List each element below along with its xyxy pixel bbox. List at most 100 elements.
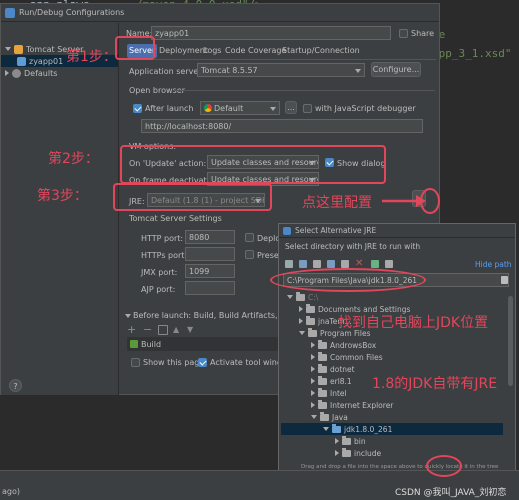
collapse-arrow-icon[interactable] [311, 390, 315, 396]
jre-dialog-subtitle: Select directory with JRE to run with [285, 242, 421, 251]
chrome-icon [204, 104, 212, 112]
click-here-label: 点这里配置 [302, 195, 372, 211]
jre-tree-item[interactable]: AndrowsBox [281, 339, 503, 351]
url-field[interactable]: http://localhost:8080/ [141, 119, 423, 133]
build-task-label[interactable]: Build [141, 340, 161, 349]
folder-icon [320, 411, 329, 421]
browser-more-button[interactable]: ... [285, 101, 297, 114]
jre-tree-item-label: jdk1.8.0_261 [344, 424, 393, 434]
before-launch-expand-icon[interactable] [125, 314, 131, 318]
tab-startup-connection[interactable]: Startup/Connection [280, 44, 362, 58]
new-folder-icon[interactable] [341, 260, 349, 268]
deploy-label: Deplo [257, 234, 281, 243]
browser-combo[interactable]: Default [200, 101, 280, 115]
ajp-port-label: AJP port: [141, 285, 176, 294]
edit-task-icon[interactable] [158, 325, 168, 335]
configure-button[interactable]: Configure... [371, 62, 421, 77]
expand-arrow-icon[interactable] [287, 295, 293, 299]
show-hidden-icon[interactable] [385, 260, 393, 268]
jre-tree-item[interactable]: Common Files [281, 351, 503, 363]
status-text: ago) [2, 487, 20, 496]
jre-tree-item-label: Internet Explorer [330, 400, 394, 410]
jre-tree-item-label: AndrowsBox [330, 340, 377, 350]
tab-logs[interactable]: Logs [201, 44, 223, 58]
module-icon[interactable] [327, 260, 335, 268]
collapse-arrow-icon[interactable] [311, 354, 315, 360]
move-up-task-icon[interactable]: ▲ [173, 325, 179, 334]
intellij-icon [5, 7, 15, 18]
folder-icon [318, 339, 327, 349]
collapse-arrow-icon[interactable] [311, 378, 315, 384]
jre-tree-scrollbar[interactable] [508, 296, 513, 386]
jmx-port-label: JMX port: [141, 268, 178, 277]
tree-item-defaults[interactable]: Defaults [5, 67, 57, 79]
folder-icon [308, 327, 317, 337]
jre-tree-item[interactable]: include [281, 447, 503, 459]
tree-root-row[interactable]: C:\ [281, 291, 503, 303]
ajp-port-field[interactable] [185, 281, 235, 295]
jre-dialog-titlebar: Select Alternative JRE [279, 224, 515, 238]
expand-arrow-icon[interactable] [311, 415, 317, 419]
jre-tree-item[interactable]: Internet Explorer [281, 399, 503, 411]
step3-label: 第3步： [37, 188, 88, 204]
config-tree: Tomcat Server zyapp01 Defaults [1, 23, 119, 395]
collapse-arrow-icon[interactable] [335, 438, 339, 444]
move-down-task-icon[interactable]: ▼ [187, 325, 193, 334]
select-jre-dialog: Select Alternative JRE Select directory … [278, 223, 516, 481]
jre-tree-item[interactable]: jdk1.8.0_261 [281, 423, 503, 435]
intellij-icon [283, 226, 291, 235]
desktop-icon[interactable] [299, 260, 307, 268]
jre-path-highlight [270, 268, 426, 292]
watermark: CSDN @我叫_JAVA_刘初恋 [395, 488, 507, 498]
home-icon[interactable] [285, 260, 293, 268]
jre-tree-item[interactable]: bin [281, 435, 503, 447]
name-field[interactable]: zyapp01 [151, 26, 391, 40]
jre-tree-item-label: erl8.1 [330, 376, 352, 386]
folder-icon [318, 375, 327, 385]
share-checkbox[interactable] [399, 29, 408, 38]
deploy-checkbox[interactable] [245, 233, 254, 242]
folder-icon [306, 303, 315, 313]
after-launch-checkbox[interactable] [133, 104, 142, 113]
https-port-field[interactable] [185, 247, 235, 261]
app-server-label: Application server: [129, 67, 205, 76]
jre-dialog-title: Select Alternative JRE [295, 226, 377, 235]
defaults-icon [12, 68, 21, 78]
preserve-checkbox[interactable] [245, 250, 254, 259]
share-label: Share [411, 29, 435, 38]
https-port-label: HTTPs port: [141, 251, 188, 260]
jre-tree-item-label: Intel [330, 388, 347, 398]
help-icon[interactable]: ? [9, 379, 22, 392]
collapse-arrow-icon[interactable] [311, 342, 315, 348]
js-debugger-checkbox[interactable] [303, 104, 312, 113]
hide-path-link[interactable]: Hide path [475, 260, 512, 269]
collapse-arrow-icon[interactable] [299, 318, 303, 324]
show-page-checkbox[interactable] [131, 358, 140, 367]
path-history-icon[interactable] [501, 276, 508, 284]
activate-tool-checkbox[interactable] [198, 358, 207, 367]
tomcat-icon [14, 44, 23, 54]
jmx-port-field[interactable]: 1099 [185, 264, 235, 278]
step1-label: 第1步： [66, 49, 117, 65]
expand-arrow-icon[interactable] [5, 47, 11, 51]
collapse-arrow-icon[interactable] [335, 450, 339, 456]
build-icon [130, 340, 138, 348]
dialog-title: Run/Debug Configurations [19, 8, 125, 17]
add-task-icon[interactable]: + [127, 324, 139, 335]
collapse-arrow-icon[interactable] [299, 306, 303, 312]
collapse-arrow-icon[interactable] [311, 366, 315, 372]
project-icon[interactable] [313, 260, 321, 268]
refresh-icon[interactable] [371, 260, 379, 268]
folder-icon [318, 399, 327, 409]
jre-tree-item[interactable]: Java [281, 411, 503, 423]
http-port-field[interactable]: 8080 [185, 230, 235, 244]
tab-code-coverage[interactable]: Code Coverage [223, 44, 288, 58]
find-jdk-label: 找到自己电脑上JDK位置 [338, 315, 489, 331]
expand-arrow-icon[interactable] [323, 427, 329, 431]
collapse-arrow-icon[interactable] [311, 402, 315, 408]
expand-arrow-icon[interactable] [299, 331, 305, 335]
collapse-arrow-icon[interactable] [5, 70, 9, 76]
folder-icon [306, 315, 315, 325]
app-server-combo[interactable]: Tomcat 8.5.57 [197, 63, 365, 77]
remove-task-icon[interactable]: − [143, 324, 155, 335]
